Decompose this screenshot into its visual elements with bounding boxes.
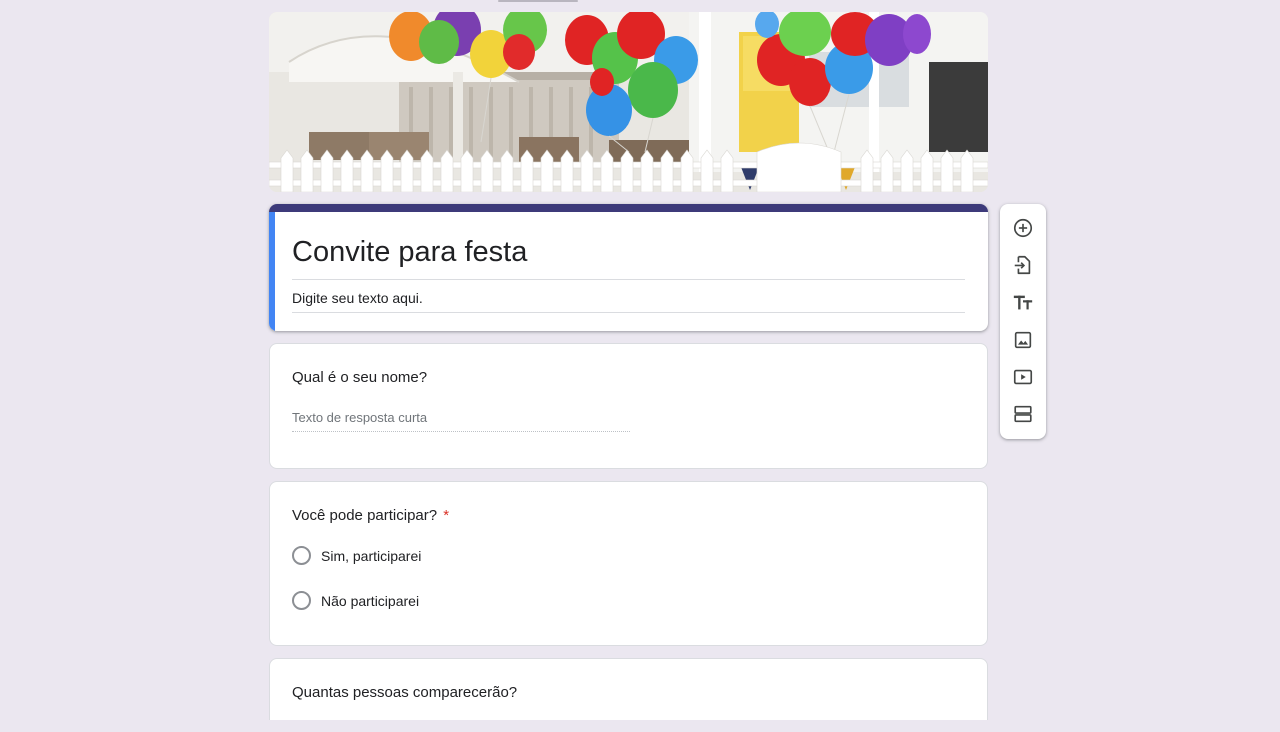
active-card-indicator [269, 212, 275, 331]
import-questions-icon [1014, 255, 1031, 275]
form-description-input[interactable]: Digite seu texto aqui. [292, 290, 965, 313]
form-title-input[interactable]: Convite para festa [292, 234, 965, 280]
add-circle-icon [1013, 218, 1033, 238]
add-title-description-button[interactable] [1011, 291, 1035, 315]
question-title: Qual é o seu nome? [292, 369, 428, 386]
radio-option[interactable]: Sim, participarei [292, 546, 421, 565]
question-card[interactable]: Você pode participar? * Sim, participare… [269, 481, 988, 646]
top-indicator [498, 0, 578, 2]
question-title-text: Você pode participar? [292, 507, 438, 524]
header-image [269, 12, 988, 192]
floating-toolbar [1000, 204, 1046, 439]
image-icon [1014, 331, 1032, 349]
page-bottom-overlay [0, 720, 1280, 732]
short-answer-field: Texto de resposta curta [292, 410, 630, 432]
form-title-card[interactable]: Convite para festa Digite seu texto aqui… [269, 204, 988, 331]
balloons-picket-fence-image [269, 12, 988, 192]
form-column: Convite para festa Digite seu texto aqui… [269, 12, 988, 732]
title-color-bar [269, 204, 988, 212]
title-text-icon [1013, 295, 1033, 310]
required-asterisk: * [443, 507, 450, 524]
radio-button[interactable] [292, 546, 311, 565]
question-title: Você pode participar? * [292, 506, 449, 526]
add-image-button[interactable] [1011, 328, 1035, 352]
add-question-button[interactable] [1011, 216, 1035, 240]
radio-option-label: Não participarei [321, 592, 420, 609]
radio-button[interactable] [292, 591, 311, 610]
add-video-button[interactable] [1011, 365, 1035, 389]
radio-option[interactable]: Não participarei [292, 591, 419, 610]
section-icon [1014, 405, 1032, 423]
import-questions-button[interactable] [1011, 253, 1035, 277]
add-section-button[interactable] [1011, 402, 1035, 426]
radio-option-label: Sim, participarei [321, 547, 422, 564]
question-title: Quantas pessoas comparecerão? [292, 684, 518, 701]
question-card[interactable]: Qual é o seu nome? Texto de resposta cur… [269, 343, 988, 469]
video-icon [1013, 369, 1033, 385]
